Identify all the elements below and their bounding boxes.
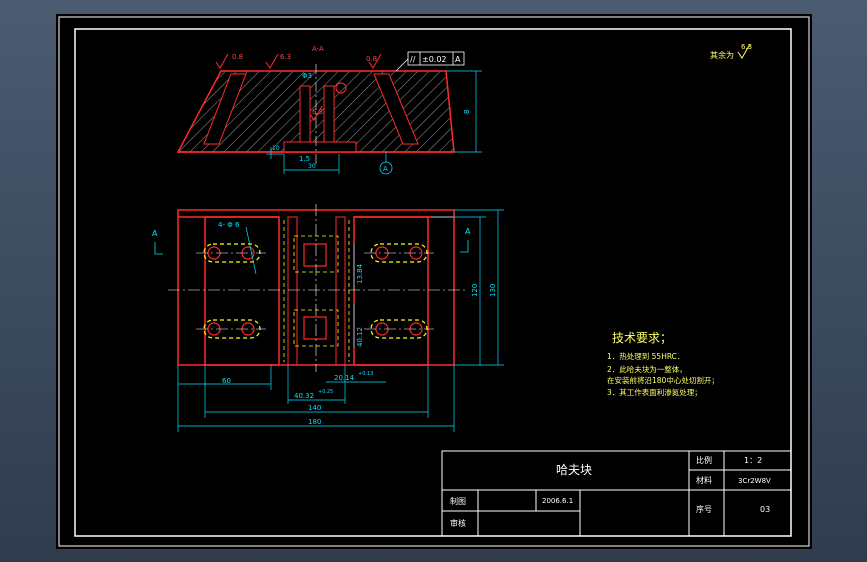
dimension-slot-2-tolerance: +0.13 [358,371,373,377]
part-name: 哈夫块 [556,463,592,477]
roughness-value: 0.8 [366,55,377,63]
material-value: 3Cr2W8V [738,477,771,485]
technical-requirements: 技术要求； 1．热处理到 55HRC． 2．此哈夫块为一整体， 在安装前将沿18… [607,331,719,397]
dimension-slot-2: 20.14 [334,374,355,382]
tech-req-title: 技术要求； [612,331,672,345]
dimension-slot-1-tolerance: +0.25 [318,389,333,395]
dimension-1.5: 1.5 [299,155,310,163]
seq-value: 03 [760,505,770,514]
tech-req-item: 3．其工作表面利渗氮处理； [607,387,702,397]
view-arrow-icon [460,240,469,253]
hole-note: 4- Φ 6 [218,221,240,229]
dimension-height: 8 [463,110,471,114]
drawn-label: 制图 [450,496,466,506]
hole-dimension: Φ3 [302,72,312,80]
tolerance-value: ±0.02 [422,55,447,64]
material-label: 材料 [696,475,712,485]
dimension-140: 140 [308,404,321,412]
seq-label: 序号 [696,504,712,514]
roughness-value: 0.8 [232,53,243,61]
datum-label: A [383,165,388,173]
drawn-date: 2006.6.1 [542,497,573,505]
tolerance-frame: // ±0.02 A [395,51,465,72]
dimension-30: 30 [308,163,316,170]
tech-req-item: 2．此哈夫块为一整体， [607,364,687,374]
dimension-10: 10 [272,145,280,152]
dimension-130: 130 [489,284,497,297]
plan-dimensions [177,209,504,432]
tech-req-item: 1．热处理到 55HRC． [607,351,684,361]
dimension-vertical-1: 13.84 [356,263,364,284]
section-step [283,141,357,153]
dimension-60: 60 [222,377,231,385]
checked-label: 审核 [450,518,466,528]
drawing-sheet: A-A 0.8 6.3 0.8 6.3 Φ3 // ±0.02 A 8 1.5 … [56,14,812,549]
view-arrow-icon [154,242,163,255]
surface-finish-value: 6.3 [741,43,752,51]
title-block [441,450,792,537]
drawing-canvas: A-A 0.8 6.3 0.8 6.3 Φ3 // ±0.02 A 8 1.5 … [58,16,810,547]
tolerance-symbol: // [410,55,416,64]
hidden-lines [283,220,350,362]
tech-req-item: 在安装前将沿180中心处切割开； [607,375,719,385]
section-label: A-A [312,45,324,53]
scale-value: 1：2 [744,456,762,465]
tolerance-datum: A [455,55,461,64]
view-mark: A [465,227,471,236]
dimension-vertical-2: 40.12 [356,327,364,347]
roughness-value: 6.3 [280,53,291,61]
cad-viewport: A-A 0.8 6.3 0.8 6.3 Φ3 // ±0.02 A 8 1.5 … [0,0,867,562]
scale-label: 比例 [696,455,712,465]
roughness-value: 6.3 [312,108,323,116]
dimension-120: 120 [471,284,479,297]
section-center-slot-2 [323,85,335,143]
surface-finish-note: 其余为 [710,50,734,60]
dimension-slot-1: 40.32 [294,392,314,400]
center-lines [168,204,466,372]
mounting-slots [203,243,428,339]
view-mark: A [152,229,158,238]
section-center-slot-1 [299,85,311,143]
dimension-180: 180 [308,418,321,426]
